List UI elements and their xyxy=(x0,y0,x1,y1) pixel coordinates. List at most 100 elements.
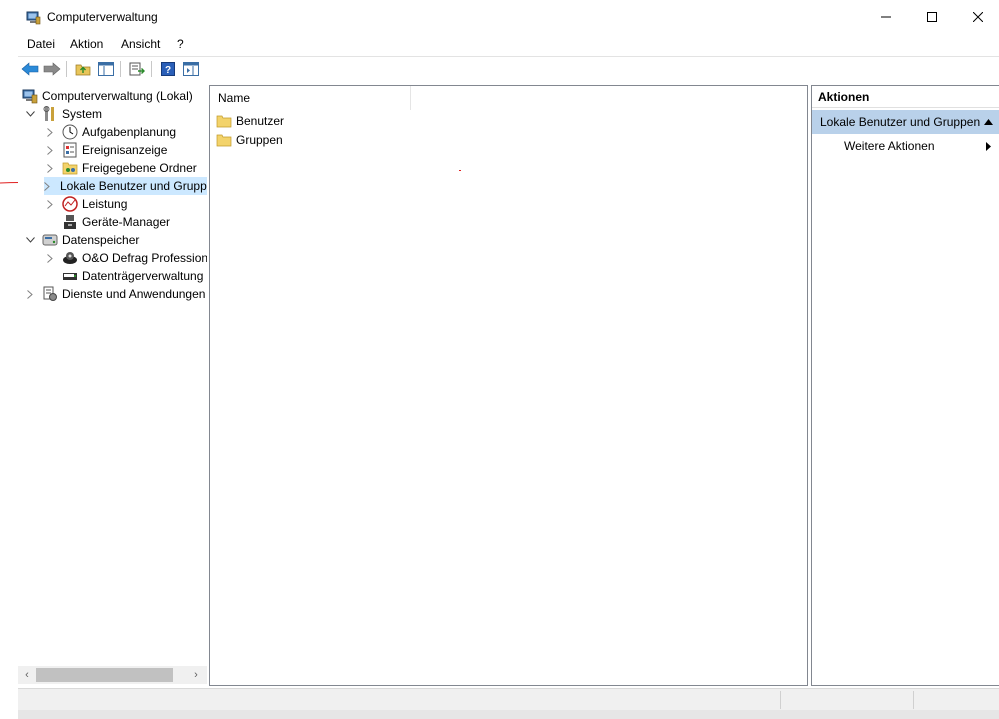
chevron-down-icon[interactable] xyxy=(24,234,36,246)
tree-item[interactable]: Lokale Benutzer und Gruppen xyxy=(44,177,207,195)
up-level-button[interactable] xyxy=(73,59,93,79)
tree-item-label: System xyxy=(62,107,103,121)
show-hide-action-pane-button[interactable] xyxy=(181,59,201,79)
tree-item-label: Datenträgerverwaltung xyxy=(82,269,204,283)
chevron-right-icon[interactable] xyxy=(44,180,50,192)
tree-item[interactable]: Aufgabenplanung xyxy=(44,123,176,141)
tree-item-label: O&O Defrag Professional xyxy=(82,251,207,265)
forward-button[interactable] xyxy=(42,59,62,79)
chevron-right-icon[interactable] xyxy=(44,144,56,156)
actions-header-label: Aktionen xyxy=(818,89,870,104)
back-arrow-icon xyxy=(21,62,39,76)
tree-item[interactable]: O&O Defrag Professional xyxy=(44,249,207,267)
tree-item[interactable]: Freigegebene Ordner xyxy=(44,159,197,177)
collapse-up-icon xyxy=(984,119,993,125)
export-list-button[interactable] xyxy=(127,59,147,79)
action-pane: Aktionen Lokale Benutzer und Gruppen Wei… xyxy=(811,85,999,686)
tree-item[interactable]: Leistung xyxy=(44,195,127,213)
tree-item[interactable]: Datenträgerverwaltung xyxy=(44,267,203,285)
task-scheduler-icon xyxy=(62,124,78,140)
console-tree: Computerverwaltung (Lokal) System Aufgaben… xyxy=(18,85,207,686)
chevron-right-icon[interactable] xyxy=(44,126,56,138)
expander-placeholder xyxy=(44,216,56,228)
toolbar-separator xyxy=(66,61,67,77)
actions-section-label: Lokale Benutzer und Gruppen xyxy=(820,115,981,129)
menu-bar: Datei Aktion Ansicht ? xyxy=(18,34,999,54)
minimize-button[interactable] xyxy=(863,0,909,34)
tree-item-label: Computerverwaltung (Lokal) xyxy=(42,89,193,103)
system-tools-icon xyxy=(43,106,54,121)
tree-item-label: Freigegebene Ordner xyxy=(82,161,197,175)
svg-text:?: ? xyxy=(165,65,171,76)
tree-item[interactable]: Datenspeicher xyxy=(24,231,139,249)
list-item[interactable]: Benutzer xyxy=(216,112,284,130)
folder-icon xyxy=(216,134,232,147)
chevron-right-icon[interactable] xyxy=(44,252,56,264)
status-segment xyxy=(780,691,781,709)
title-bar: Computerverwaltung xyxy=(18,0,999,34)
services-icon xyxy=(43,286,57,301)
menu-ansicht[interactable]: Ansicht xyxy=(121,37,160,51)
annotation-dot xyxy=(459,170,461,171)
event-viewer-icon xyxy=(63,142,77,158)
menu-datei[interactable]: Datei xyxy=(27,37,55,51)
minimize-icon xyxy=(881,16,891,18)
tree-item-label: Lokale Benutzer und Gruppen xyxy=(60,179,207,193)
toolbar: ? xyxy=(18,56,999,80)
result-pane: Name Benutzer Gruppen xyxy=(209,85,808,686)
defrag-icon xyxy=(63,252,77,264)
more-actions-label: Weitere Aktionen xyxy=(844,139,935,153)
forward-arrow-icon xyxy=(43,62,61,76)
folder-icon xyxy=(216,115,232,128)
maximize-button[interactable] xyxy=(909,0,955,34)
scroll-left-arrow-icon[interactable]: ‹ xyxy=(20,668,34,682)
actions-header: Aktionen xyxy=(812,86,999,108)
tree-item[interactable]: Geräte-Manager xyxy=(44,213,170,231)
scroll-right-arrow-icon[interactable]: › xyxy=(189,668,203,682)
tree-item[interactable]: Computerverwaltung (Lokal) xyxy=(22,87,193,105)
tree-item-label: Ereignisanzeige xyxy=(82,143,168,157)
device-manager-icon xyxy=(64,215,76,229)
tree-horizontal-scrollbar[interactable]: ‹ › xyxy=(18,666,207,684)
folder-up-icon xyxy=(75,64,91,76)
more-actions-item[interactable]: Weitere Aktionen xyxy=(812,136,999,156)
tree-item-label: Datenspeicher xyxy=(62,233,140,247)
shared-folders-icon xyxy=(62,162,78,175)
maximize-icon xyxy=(927,12,937,22)
disk-management-icon xyxy=(63,273,77,280)
status-segment xyxy=(913,691,914,709)
help-button[interactable]: ? xyxy=(158,59,178,79)
menu-help[interactable]: ? xyxy=(177,37,184,51)
menu-aktion[interactable]: Aktion xyxy=(70,37,103,51)
status-bar xyxy=(18,688,999,710)
list-item[interactable]: Gruppen xyxy=(216,131,283,149)
chevron-right-icon[interactable] xyxy=(44,198,56,210)
actions-section-local-users-groups[interactable]: Lokale Benutzer und Gruppen xyxy=(812,110,999,134)
tree-item-label: Geräte-Manager xyxy=(82,215,171,229)
toolbar-separator xyxy=(151,61,152,77)
tree-item[interactable]: System xyxy=(24,105,102,123)
computer-management-icon xyxy=(22,89,38,104)
export-list-icon xyxy=(129,62,145,76)
performance-icon xyxy=(62,196,78,212)
help-icon: ? xyxy=(161,62,175,76)
chevron-right-icon[interactable] xyxy=(24,288,36,300)
close-icon xyxy=(973,12,983,22)
tree-item[interactable]: Ereignisanzeige xyxy=(44,141,167,159)
window-title: Computerverwaltung xyxy=(47,10,158,24)
expander-placeholder xyxy=(44,270,56,282)
close-button[interactable] xyxy=(955,0,999,34)
action-pane-icon xyxy=(183,62,199,76)
submenu-arrow-icon xyxy=(986,141,991,151)
scrollbar-thumb[interactable] xyxy=(36,668,173,682)
tree-item[interactable]: Dienste und Anwendungen xyxy=(24,285,205,303)
storage-icon xyxy=(42,234,58,246)
column-header-name[interactable]: Name xyxy=(210,86,411,110)
computer-management-icon xyxy=(26,11,41,25)
chevron-down-icon[interactable] xyxy=(24,108,36,120)
back-button[interactable] xyxy=(20,59,40,79)
show-hide-console-tree-button[interactable] xyxy=(96,59,116,79)
list-item-label: Gruppen xyxy=(236,133,283,147)
list-item-label: Benutzer xyxy=(236,114,285,128)
chevron-right-icon[interactable] xyxy=(44,162,56,174)
